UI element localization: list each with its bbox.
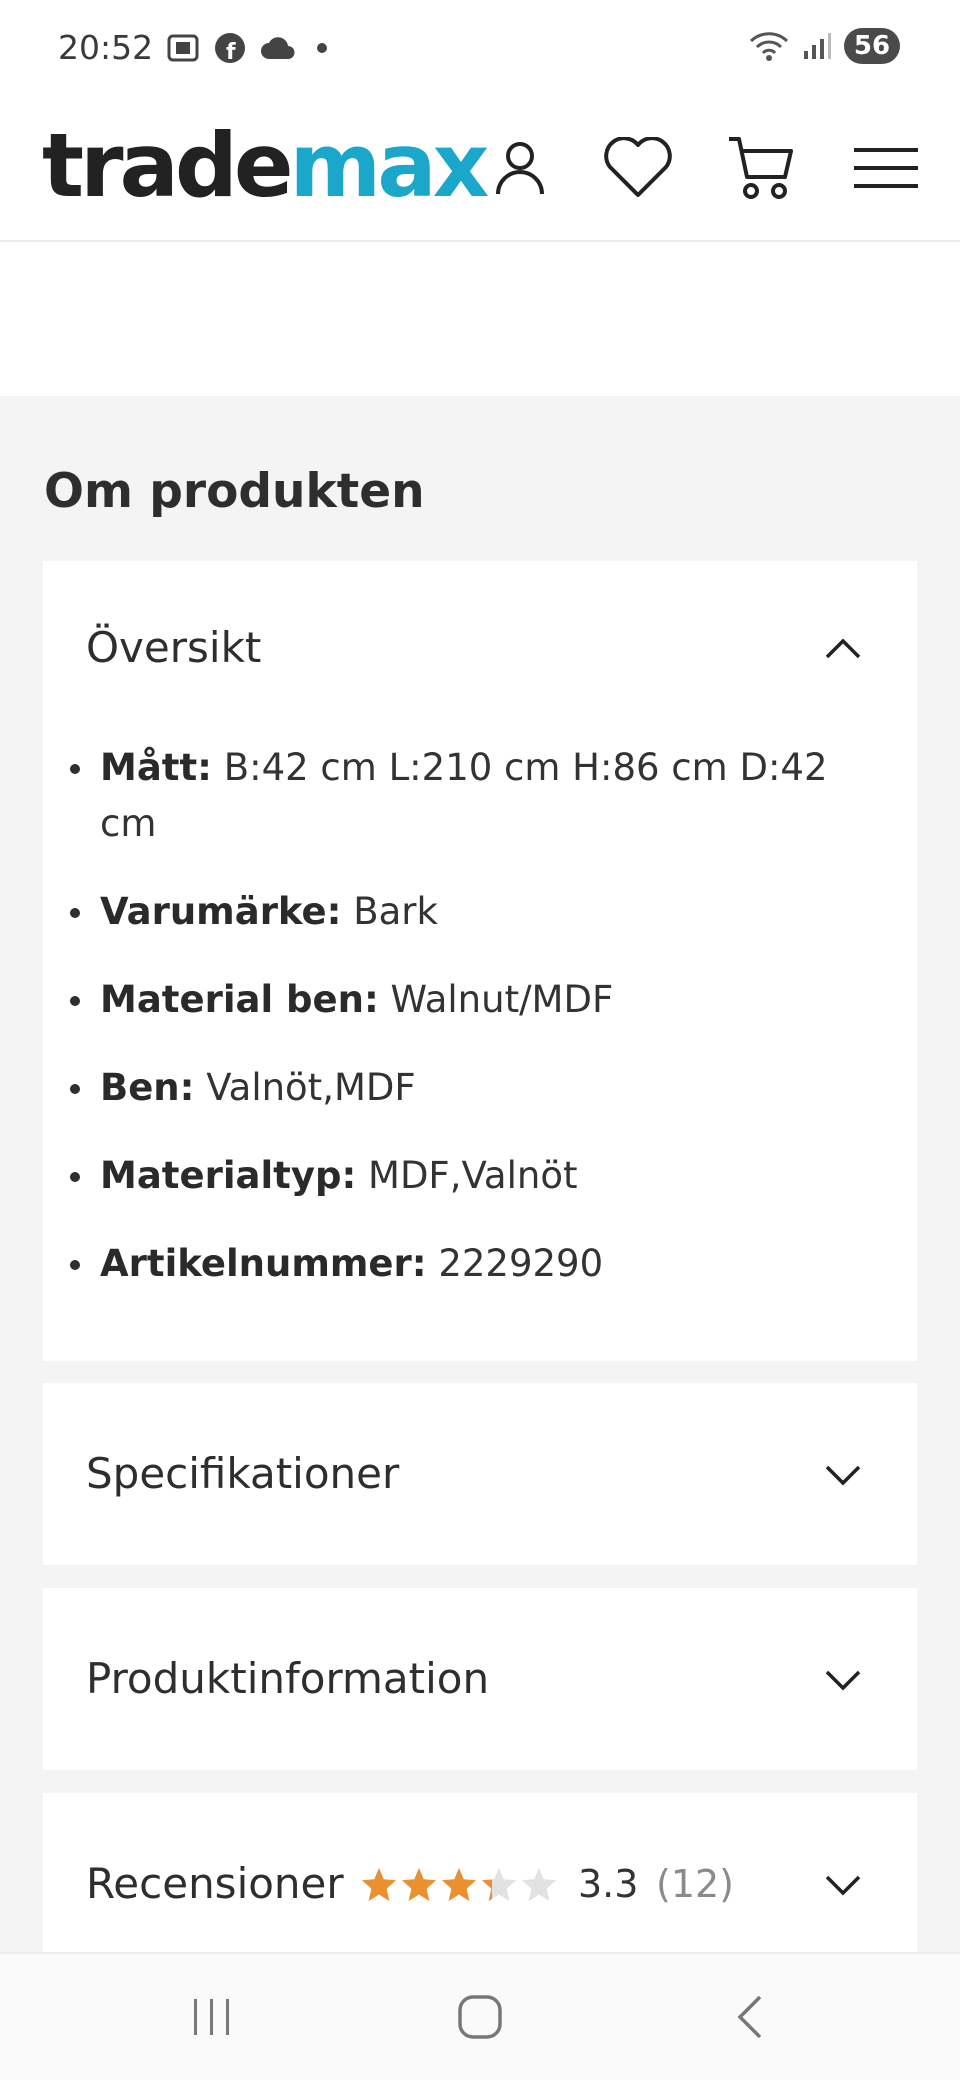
specifications-title[interactable]: Specifikationer [86,1449,399,1498]
product-info-title[interactable]: Produktinformation [86,1654,489,1703]
content-spacer [0,242,960,396]
reviews-title[interactable]: Recensioner [86,1859,344,1908]
chevron-up-icon[interactable] [821,627,865,671]
specifications-accordion[interactable]: Specifikationer [43,1383,917,1565]
chevron-down-icon[interactable] [821,1453,865,1497]
star-icon [441,1867,477,1902]
signal-icon [804,33,831,59]
chevron-down-icon[interactable] [821,1863,865,1907]
chevron-down-icon[interactable] [821,1658,865,1702]
list-item: Mått: B:42 cm L:210 cm H:86 cm D:42 cm [70,740,860,852]
status-time: 20:52 [58,28,154,67]
list-item: Materialtyp: MDF,Valnöt [70,1148,860,1204]
product-info-accordion[interactable]: Produktinformation [43,1588,917,1770]
screenshot-icon [167,34,199,62]
section-title: Om produkten [44,464,425,519]
menu-icon[interactable] [846,128,926,208]
site-header: trademax [0,100,960,242]
recent-apps-icon[interactable] [172,1982,252,2052]
review-count: (12) [656,1862,735,1906]
status-icons-left: f [166,32,334,64]
account-icon[interactable] [480,128,560,208]
list-item: Material ben: Walnut/MDF [70,972,860,1028]
trademax-logo[interactable]: trademax [42,114,489,217]
status-bar: 20:52 f 56 [0,0,960,100]
overview-list: Mått: B:42 cm L:210 cm H:86 cm D:42 cm V… [70,740,860,1324]
system-nav-bar [0,1952,960,2080]
cloud-icon [261,37,295,59]
back-icon[interactable] [710,1982,790,2052]
cart-icon[interactable] [720,128,800,208]
heart-icon[interactable] [598,128,678,208]
wifi-icon [749,32,789,61]
star-icon [361,1867,397,1902]
star-icon [481,1867,517,1902]
battery-indicator: 56 [844,28,900,64]
home-icon[interactable] [440,1982,520,2052]
status-icons-right: 56 [748,28,900,64]
svg-text:f: f [226,40,236,64]
star-icon [401,1867,437,1902]
dot-icon [317,43,327,53]
list-item: Varumärke: Bark [70,884,860,940]
rating-value: 3.3 [578,1862,639,1906]
overview-title[interactable]: Översikt [86,623,261,672]
star-icon [521,1867,557,1902]
rating-stars [360,1866,558,1904]
list-item: Ben: Valnöt,MDF [70,1060,860,1116]
list-item: Artikelnummer: 2229290 [70,1236,860,1292]
facebook-icon: f [215,33,245,64]
